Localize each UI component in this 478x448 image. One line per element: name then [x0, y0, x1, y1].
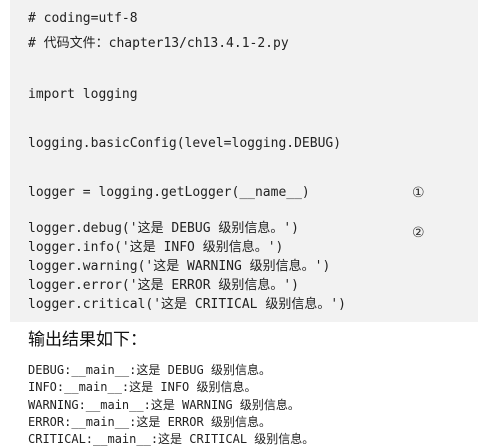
code-line-basicconfig: logging.basicConfig(level=logging.DEBUG) — [28, 136, 342, 151]
output-heading: 输出结果如下： — [28, 330, 147, 350]
code-line-getlogger: logger = logging.getLogger(__name__) — [28, 185, 310, 200]
document-page: # coding=utf-8 # 代码文件：chapter13/ch13.4.1… — [0, 0, 478, 447]
code-line-error: logger.error('这是 ERROR 级别信息。') — [28, 278, 300, 293]
marker-1: ① — [412, 185, 425, 201]
code-line-filename: # 代码文件：chapter13/ch13.4.1-2.py — [28, 36, 289, 51]
output-line-warning: WARNING:__main__:这是 WARNING 级别信息。 — [28, 398, 300, 412]
code-line-debug: logger.debug('这是 DEBUG 级别信息。') — [28, 221, 300, 236]
code-line-info: logger.info('这是 INFO 级别信息。') — [28, 240, 284, 255]
marker-2: ② — [412, 225, 425, 241]
code-line-warning: logger.warning('这是 WARNING 级别信息。') — [28, 259, 331, 274]
output-line-info: INFO:__main__:这是 INFO 级别信息。 — [28, 380, 257, 394]
output-line-critical: CRITICAL:__main__:这是 CRITICAL 级别信息。 — [28, 432, 315, 446]
output-line-error: ERROR:__main__:这是 ERROR 级别信息。 — [28, 415, 271, 429]
output-line-debug: DEBUG:__main__:这是 DEBUG 级别信息。 — [28, 363, 271, 377]
code-line-import: import logging — [28, 87, 138, 102]
code-line-coding: # coding=utf-8 — [28, 11, 138, 26]
code-line-critical: logger.critical('这是 CRITICAL 级别信息。') — [28, 297, 346, 312]
